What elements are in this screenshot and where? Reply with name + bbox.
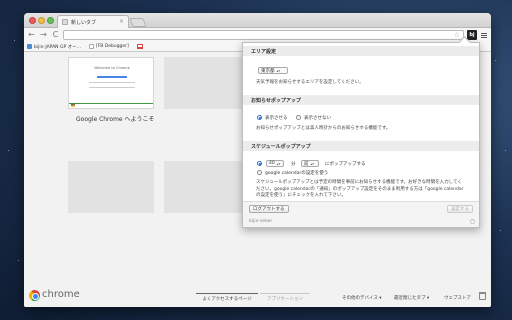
tab-apps[interactable]: アプリケーション (260, 293, 310, 302)
area-select[interactable]: 東京都 ▴▾ (258, 67, 288, 74)
bookmark-item[interactable]: [FB Debugger] (88, 44, 129, 49)
schedule-minutes-select[interactable]: 40 ▴▾ (266, 160, 284, 167)
other-devices-menu[interactable]: その他のデバイス ▾ (342, 295, 382, 301)
chrome-wordmark: chrome (42, 289, 80, 300)
recently-closed-menu[interactable]: 最近閉じたタブ ▾ (394, 295, 429, 301)
bookmark-item[interactable]: bijin-JAPAN GP オー... (27, 44, 81, 50)
save-settings-button[interactable]: 設定する (447, 205, 473, 213)
extension-settings-popup: エリア設定 東京都 ▴▾ 天気予報をお知らせするエリアを設定してください。 お知… (242, 42, 480, 228)
bookmark-favicon-icon (27, 44, 32, 49)
chrome-small-icon (71, 103, 75, 107)
area-select-value: 東京都 (261, 68, 275, 74)
thumbnail-preview: Welcome to Chrome (79, 64, 145, 104)
minimize-window-button[interactable] (38, 17, 45, 24)
schedule-custom-radio[interactable] (257, 161, 262, 166)
tab-title: 新しいタブ (71, 19, 97, 26)
back-button[interactable]: ← (27, 31, 36, 40)
empty-thumbnail (68, 161, 154, 213)
title-bar: 新しいタブ × (24, 13, 491, 28)
google-calendar-radio[interactable] (257, 170, 262, 175)
notify-show-label[interactable]: 表示させる (265, 115, 288, 121)
section-notify-title: お知らせポップアップ (243, 95, 479, 105)
preview-bar (97, 76, 127, 78)
minutes-value: 40 (269, 161, 275, 166)
schedule-description: スケジュールポップアップとは予定の時間を事前にお知らせする機能です。お好きな時間… (256, 180, 464, 198)
schedule-before-select[interactable]: 前 ▴▾ (301, 160, 319, 167)
area-description: 天気予報をお知らせするエリアを設定してください。 (256, 80, 364, 85)
preview-title: Welcome to Chrome (94, 66, 130, 70)
logout-button[interactable]: ログアウトする (249, 205, 289, 213)
bookmark-star-icon[interactable]: ☆ (454, 31, 460, 39)
google-calendar-label[interactable]: google calendarの設定を使う (265, 170, 328, 176)
web-store-link[interactable]: ウェブストア (444, 295, 471, 301)
new-tab-footer: chrome よくアクセスするページ アプリケーション その他のデバイス ▾ 最… (24, 285, 491, 307)
before-value: 前 (304, 161, 309, 167)
tab-new-tab[interactable]: 新しいタブ × (57, 15, 129, 28)
empty-thumbnail (164, 57, 250, 109)
select-arrows-icon: ▴▾ (276, 68, 281, 73)
section-schedule-title: スケジュールポップアップ (243, 141, 479, 151)
notify-hide-label[interactable]: 表示させない (304, 115, 331, 121)
bookmark-label: bijin-JAPAN GP オー... (34, 44, 81, 50)
schedule-suffix: にポップアップする (325, 162, 366, 167)
new-tab-button[interactable] (129, 18, 147, 27)
extension-bijin-icon[interactable]: bj (467, 30, 477, 40)
gmail-icon (136, 44, 143, 49)
page-icon (62, 19, 68, 25)
notify-show-radio[interactable] (257, 115, 262, 120)
close-tab-icon[interactable]: × (119, 19, 124, 25)
close-window-button[interactable] (29, 17, 36, 24)
trash-icon[interactable] (479, 292, 486, 300)
user-name: bijin-seker (249, 219, 273, 224)
notify-description: お知らせポップアップとは美人時計からのお知らせする機能です。 (256, 126, 391, 131)
bookmark-page-icon (88, 44, 94, 49)
menu-icon[interactable] (480, 31, 488, 39)
toolbar: ← → C ☆ bj (24, 28, 491, 42)
bookmark-label: [FB Debugger] (95, 44, 129, 49)
minutes-unit: 分 (291, 162, 296, 167)
select-arrows-icon: ▴▾ (310, 161, 315, 166)
thumbnail-caption[interactable]: Google Chrome へようこそ (76, 114, 155, 123)
section-area-title: エリア設定 (243, 46, 479, 56)
reload-button[interactable]: C (51, 31, 60, 40)
gear-icon[interactable] (470, 219, 475, 224)
preview-green-line (69, 103, 153, 104)
preview-line (89, 87, 135, 88)
address-bar[interactable]: ☆ (63, 30, 464, 40)
empty-thumbnail (164, 161, 250, 213)
most-visited-thumbnail[interactable]: Welcome to Chrome (68, 57, 154, 109)
notify-hide-radio[interactable] (296, 115, 301, 120)
select-arrows-icon: ▴▾ (276, 161, 281, 166)
tab-most-visited[interactable]: よくアクセスするページ (196, 293, 258, 302)
bookmark-item-gmail[interactable] (136, 44, 143, 49)
chrome-logo-icon (29, 290, 40, 301)
maximize-window-button[interactable] (47, 17, 54, 24)
preview-line (89, 82, 135, 83)
forward-button[interactable]: → (39, 31, 48, 40)
popup-footer: ログアウトする 設定する bijin-seker (243, 201, 479, 227)
